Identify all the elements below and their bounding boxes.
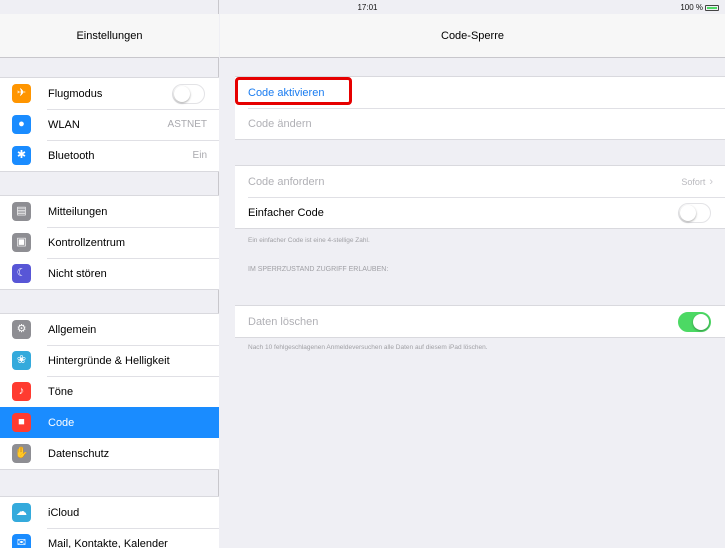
moon-icon: ☾ <box>12 264 31 283</box>
sidebar-item-label: Allgemein <box>48 323 97 336</box>
require-code-value: Sofort <box>681 176 706 187</box>
wifi-icon: ● <box>12 115 31 134</box>
cloud-icon: ☁ <box>12 503 31 522</box>
sidebar-item-bluetooth[interactable]: ✱ Bluetooth Ein <box>0 140 219 171</box>
simple-code-label: Einfacher Code <box>248 206 324 219</box>
sidebar-item-code[interactable]: ■ Code <box>0 407 219 438</box>
lock-icon: ■ <box>12 413 31 432</box>
sidebar-item-value: Ein <box>192 150 207 161</box>
code-options-group: Code anfordern Sofort › Einfacher Code <box>235 165 725 229</box>
sidebar-item-label: Datenschutz <box>48 447 110 460</box>
require-code-label: Code anfordern <box>248 175 325 188</box>
lock-section-header: IM SPERRZUSTAND ZUGRIFF ERLAUBEN: <box>248 266 389 273</box>
sidebar-item-kontrollzentrum[interactable]: ▣ Kontrollzentrum <box>0 227 219 258</box>
sidebar-item-value: ASTNET <box>167 119 207 130</box>
simple-code-footer: Ein einfacher Code ist eine 4-stellige Z… <box>248 237 370 244</box>
sidebar-item-töne[interactable]: ♪ Töne <box>0 376 219 407</box>
sidebar-item-datenschutz[interactable]: ✋ Datenschutz <box>0 438 219 469</box>
sidebar-item-label: Hintergründe & Helligkeit <box>48 354 170 367</box>
annotation-highlight-box <box>235 77 352 105</box>
sidebar-item-hintergründe-helligkeit[interactable]: ❀ Hintergründe & Helligkeit <box>0 345 219 376</box>
sidebar-item-label: Flugmodus <box>48 87 103 100</box>
sidebar-group: ▤ Mitteilungen ▣ Kontrollzentrum ☾ Nicht stör… <box>0 195 219 290</box>
chevron-right-icon: › <box>709 175 713 188</box>
sidebar-item-icloud[interactable]: ☁ iCloud <box>0 497 219 528</box>
code-change-row: Code ändern <box>235 108 725 139</box>
settings-sidebar: Einstellungen ✈ Flugmodus ● WLAN ASTNET ✱ Blue… <box>0 0 219 548</box>
toggle-knob <box>680 204 696 221</box>
toggle-knob <box>174 85 190 102</box>
sidebar-item-label: Töne <box>48 385 74 398</box>
gear-icon: ⚙ <box>12 320 31 339</box>
control-center-icon: ▣ <box>12 233 31 252</box>
sidebar-item-label: Nicht stören <box>48 267 107 280</box>
sidebar-item-wlan[interactable]: ● WLAN ASTNET <box>0 109 219 140</box>
sidebar-item-mitteilungen[interactable]: ▤ Mitteilungen <box>0 196 219 227</box>
erase-data-label: Daten löschen <box>248 315 319 328</box>
sidebar-group: ✈ Flugmodus ● WLAN ASTNET ✱ Bluetooth Ein <box>0 77 219 172</box>
erase-data-footer: Nach 10 fehlgeschlagenen Anmeldeversuche… <box>248 344 488 351</box>
mail-icon: ✉ <box>12 534 31 548</box>
airplane-mode-toggle[interactable] <box>172 83 205 104</box>
require-code-row: Code anfordern Sofort › <box>235 166 725 197</box>
simple-code-toggle[interactable] <box>678 202 711 223</box>
battery-icon <box>705 4 719 11</box>
sound-icon: ♪ <box>12 382 31 401</box>
simple-code-row: Einfacher Code <box>235 197 725 228</box>
wallpaper-icon: ❀ <box>12 351 31 370</box>
notifications-icon: ▤ <box>12 202 31 221</box>
sidebar-item-label: iCloud <box>48 506 80 519</box>
bluetooth-icon: ✱ <box>12 146 31 165</box>
sidebar-item-label: Bluetooth <box>48 149 95 162</box>
sidebar-group: ⚙ Allgemein ❀ Hintergründe & Helligkeit ♪ Tön… <box>0 313 219 470</box>
code-change-label: Code ändern <box>248 117 312 130</box>
toggle-knob <box>693 313 709 330</box>
sidebar-item-label: Mitteilungen <box>48 205 108 218</box>
sidebar-item-mail-kontakte-kalender[interactable]: ✉ Mail, Kontakte, Kalender <box>0 528 219 548</box>
sidebar-title: Einstellungen <box>0 14 219 58</box>
sidebar-item-label: Kontrollzentrum <box>48 236 126 249</box>
page-title: Code-Sperre <box>220 14 725 58</box>
sidebar-item-label: Mail, Kontakte, Kalender <box>48 537 168 548</box>
erase-data-row: Daten löschen <box>235 306 725 337</box>
sidebar-item-label: Code <box>48 416 75 429</box>
sidebar-item-flugmodus[interactable]: ✈ Flugmodus <box>0 78 219 109</box>
sidebar-group: ☁ iCloud ✉ Mail, Kontakte, Kalender <box>0 496 219 548</box>
airplane-icon: ✈ <box>12 84 31 103</box>
sidebar-item-nicht-stören[interactable]: ☾ Nicht stören <box>0 258 219 289</box>
hand-icon: ✋ <box>12 444 31 463</box>
erase-data-toggle[interactable] <box>678 311 711 332</box>
sidebar-item-allgemein[interactable]: ⚙ Allgemein <box>0 314 219 345</box>
sidebar-item-label: WLAN <box>48 118 80 131</box>
battery-percent: 100 % <box>680 3 703 12</box>
erase-group: Daten löschen <box>235 305 725 338</box>
